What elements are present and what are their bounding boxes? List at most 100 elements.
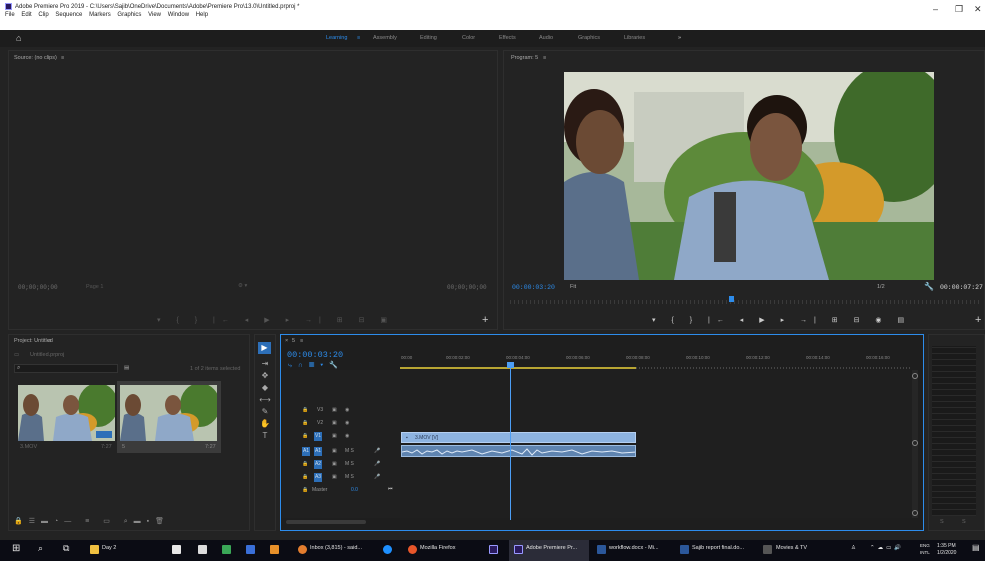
- source-transport-controls[interactable]: ▾ { } |← ◂ ▶ ▸ →| ⊞ ⊟ ▣: [157, 316, 394, 324]
- menu-markers[interactable]: Markers: [89, 12, 111, 18]
- source-add-button-icon[interactable]: +: [482, 314, 488, 326]
- workspace-libraries[interactable]: Libraries: [624, 35, 645, 41]
- program-transport-controls[interactable]: ▾ { } |← ◂ ▶ ▸ →| ⊞ ⊟ ◉ ▤: [652, 316, 911, 324]
- workspace-graphics[interactable]: Graphics: [578, 35, 600, 41]
- menu-file[interactable]: File: [5, 12, 15, 18]
- track-header-a1[interactable]: A1 A1 ▣ M S 🎤: [282, 446, 400, 459]
- program-panel-title[interactable]: Program: 5: [511, 55, 538, 61]
- language-indicator-sub[interactable]: INTL: [920, 550, 930, 555]
- track-header-v3[interactable]: 🔒 V3 ▣ ◉: [282, 405, 400, 418]
- track-header-v2[interactable]: 🔒 V2 ▣ ◉: [282, 418, 400, 431]
- timeline-playhead-handle[interactable]: [507, 362, 514, 368]
- meter-solo-right[interactable]: S: [962, 519, 966, 525]
- source-panel-menu-icon[interactable]: ≡: [61, 55, 64, 61]
- clock-time[interactable]: 1:35 PM: [937, 543, 956, 549]
- timeline-horizontal-scrollbar[interactable]: [286, 520, 366, 524]
- menu-help[interactable]: Help: [196, 12, 208, 18]
- timeline-ruler[interactable]: 00:00 00:00:02:00 00:00:04:00 00:00:06:0…: [400, 352, 912, 370]
- timeline-tab[interactable]: 5: [292, 338, 295, 344]
- sync-icon[interactable]: ▣: [332, 461, 337, 467]
- workspace-assembly[interactable]: Assembly: [373, 35, 397, 41]
- track-label[interactable]: A3: [314, 473, 322, 482]
- workspace-audio[interactable]: Audio: [539, 35, 553, 41]
- program-time-ruler[interactable]: [510, 300, 980, 304]
- program-add-button-icon[interactable]: +: [975, 314, 981, 326]
- meter-solo-left[interactable]: S: [940, 519, 944, 525]
- notifications-icon[interactable]: ▤: [972, 543, 980, 552]
- timeline-timecode[interactable]: 00:00:03:20: [287, 350, 343, 360]
- lock-icon[interactable]: 🔒: [302, 461, 308, 467]
- source-page-select[interactable]: Page 1: [86, 284, 103, 290]
- wrench-icon[interactable]: 🔧: [924, 282, 934, 291]
- language-indicator[interactable]: ENG: [920, 543, 930, 548]
- sequence-thumbnail[interactable]: [120, 385, 217, 441]
- workspace-editing[interactable]: Editing: [420, 35, 437, 41]
- menu-graphics[interactable]: Graphics: [117, 12, 141, 18]
- vlc-icon[interactable]: [270, 545, 279, 554]
- eye-icon[interactable]: ◉: [345, 433, 349, 439]
- timeline-menu-icon[interactable]: ≡: [300, 338, 303, 344]
- work-area-bar[interactable]: [400, 367, 636, 369]
- timeline-tracks-area[interactable]: [400, 370, 912, 518]
- people-icon[interactable]: ♙: [851, 545, 856, 551]
- workspace-learning[interactable]: Learning: [326, 35, 347, 41]
- edge-icon[interactable]: [383, 545, 392, 554]
- source-panel-title[interactable]: Source: (no clips): [14, 55, 57, 61]
- more-workspaces-icon[interactable]: »: [678, 35, 681, 41]
- track-label[interactable]: V1: [314, 432, 322, 441]
- menu-clip[interactable]: Clip: [38, 12, 48, 18]
- sync-icon[interactable]: ▣: [332, 448, 337, 454]
- close-button[interactable]: ✕: [974, 4, 982, 15]
- home-icon[interactable]: ⌂: [16, 33, 21, 43]
- menu-view[interactable]: View: [148, 12, 161, 18]
- workspace-color[interactable]: Color: [462, 35, 475, 41]
- program-fit-select[interactable]: Fit: [570, 284, 576, 290]
- mute-solo-buttons[interactable]: M S: [345, 448, 354, 454]
- app-icon[interactable]: [246, 545, 255, 554]
- restore-button[interactable]: ❐: [955, 4, 963, 15]
- task-view-icon[interactable]: ⧉: [63, 543, 69, 554]
- audio-clip[interactable]: [401, 445, 636, 457]
- store-icon[interactable]: [172, 545, 181, 554]
- project-footer-toolbar[interactable]: 🔒☰▬◔— ≡ ▭ ⌕▬▪🗑: [14, 517, 244, 527]
- taskbar-item-firefox[interactable]: Mozilla Firefox: [420, 545, 455, 551]
- app-icon[interactable]: [222, 545, 231, 554]
- timeline-toolbar-icons[interactable]: ⤷∩▦▾🔧: [288, 361, 344, 370]
- mic-icon[interactable]: 🎤: [374, 448, 380, 454]
- timeline-playhead[interactable]: [510, 362, 511, 520]
- mute-solo-buttons[interactable]: M S: [345, 461, 354, 467]
- menu-sequence[interactable]: Sequence: [55, 12, 82, 18]
- taskbar-item-movies[interactable]: Movies & TV: [776, 545, 807, 551]
- video-clip[interactable]: ▪ 3.MOV [V]: [401, 432, 636, 443]
- taskbar-item-premiere[interactable]: Adobe Premiere Pr...: [526, 545, 577, 551]
- project-search-input[interactable]: ⌕: [14, 364, 118, 373]
- lock-icon[interactable]: 🔒: [302, 487, 308, 493]
- track-header-master[interactable]: 🔒 Master 0.0 ⏮: [282, 485, 400, 498]
- clip-thumbnail[interactable]: [18, 385, 115, 441]
- sync-icon[interactable]: ▣: [332, 433, 337, 439]
- program-panel-menu-icon[interactable]: ≡: [543, 55, 546, 61]
- master-value[interactable]: 0.0: [351, 487, 358, 493]
- track-header-a3[interactable]: 🔒 A3 ▣ M S 🎤: [282, 472, 400, 485]
- track-label[interactable]: A1: [314, 447, 322, 456]
- timeline-close-icon[interactable]: ×: [285, 338, 288, 344]
- taskbar-item-day2[interactable]: Day 2: [102, 545, 116, 551]
- menu-window[interactable]: Window: [168, 12, 189, 18]
- system-tray-icons[interactable]: ⌃☁▭🔊: [870, 545, 904, 551]
- eye-icon[interactable]: ◉: [345, 407, 349, 413]
- selection-tool-icon[interactable]: ▶: [258, 342, 271, 354]
- lock-icon[interactable]: 🔒: [302, 474, 308, 480]
- menu-edit[interactable]: Edit: [21, 12, 31, 18]
- lock-icon[interactable]: 🔒: [302, 433, 308, 439]
- program-resolution-select[interactable]: 1/2: [877, 284, 885, 290]
- track-header-a2[interactable]: 🔒 A2 ▣ M S 🎤: [282, 459, 400, 472]
- sync-icon[interactable]: ▣: [332, 474, 337, 480]
- clock-date[interactable]: 1/2/2020: [937, 550, 956, 556]
- sync-icon[interactable]: ▣: [332, 407, 337, 413]
- workspace-effects[interactable]: Effects: [499, 35, 516, 41]
- mic-icon[interactable]: 🎤: [374, 474, 380, 480]
- eye-icon[interactable]: ◉: [345, 420, 349, 426]
- mute-solo-buttons[interactable]: M S: [345, 474, 354, 480]
- minimize-button[interactable]: –: [933, 4, 938, 14]
- mic-icon[interactable]: 🎤: [374, 461, 380, 467]
